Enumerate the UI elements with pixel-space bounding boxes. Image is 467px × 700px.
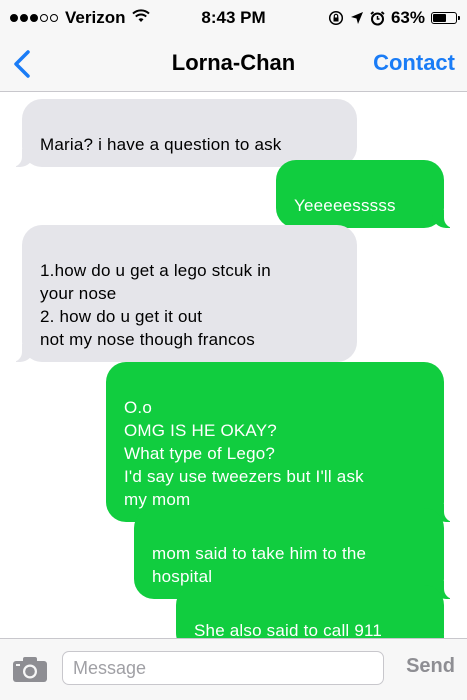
status-right: 63%	[328, 8, 460, 28]
message-text: She also said to call 911	[194, 621, 383, 638]
navigation-bar: Lorna-Chan Contact	[0, 36, 467, 92]
camera-icon	[13, 657, 47, 682]
message-thread[interactable]: Maria? i have a question to ask Yeeeeess…	[0, 92, 467, 638]
message-text: Maria? i have a question to ask	[40, 135, 282, 154]
message-bubble-outgoing: She also said to call 911	[176, 585, 456, 638]
message-text: Yeeeeesssss	[294, 196, 396, 215]
message-bubble-incoming: 1.how do u get a lego stcuk in your nose…	[10, 225, 357, 362]
message-text: O.o OMG IS HE OKAY? What type of Lego? I…	[124, 398, 364, 509]
battery-level	[433, 14, 446, 22]
message-bubble-outgoing: Yeeeeesssss	[276, 160, 456, 228]
message-text: 1.how do u get a lego stcuk in your nose…	[40, 261, 271, 349]
location-arrow-icon	[350, 11, 364, 25]
alarm-icon	[370, 10, 385, 26]
rotation-lock-icon	[328, 10, 344, 26]
camera-button[interactable]	[12, 655, 48, 683]
compose-bar: Send	[0, 638, 467, 700]
battery-percent: 63%	[390, 8, 425, 27]
message-bubble-outgoing: O.o OMG IS HE OKAY? What type of Lego? I…	[106, 362, 456, 522]
status-bar: Verizon 8:43 PM 63%	[0, 0, 467, 36]
battery-icon	[431, 12, 460, 24]
message-bubble-incoming: Maria? i have a question to ask	[10, 99, 357, 167]
contact-button[interactable]: Contact	[373, 50, 455, 76]
message-input[interactable]	[62, 651, 384, 685]
send-button[interactable]: Send	[406, 655, 455, 678]
message-text: mom said to take him to the hospital	[152, 544, 367, 586]
